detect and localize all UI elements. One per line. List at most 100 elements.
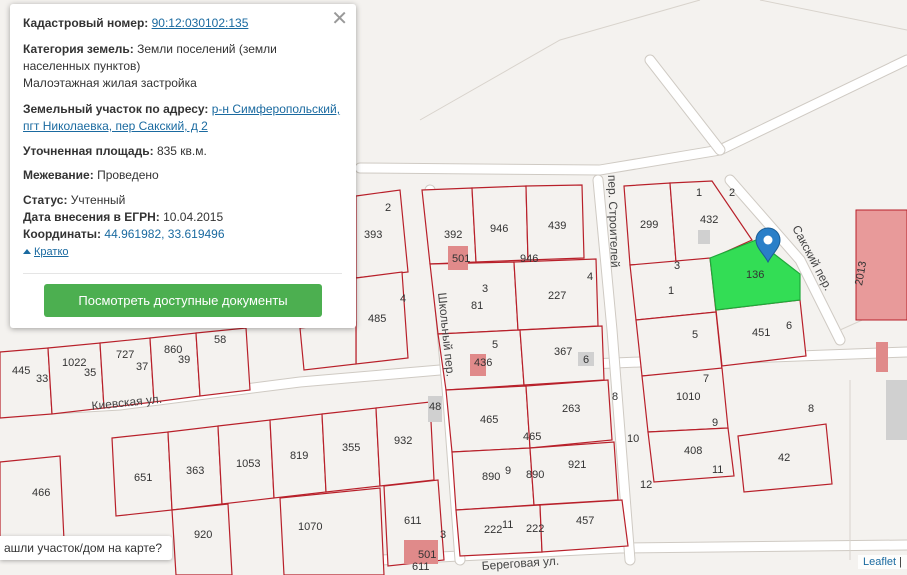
- parcel-label: 5: [492, 339, 498, 351]
- parcel-label: 3: [440, 529, 446, 541]
- parcel-label: 651: [134, 472, 152, 484]
- collapse-toggle[interactable]: Кратко: [23, 244, 69, 261]
- parcel-label: 11: [502, 519, 513, 531]
- caret-up-icon: [23, 249, 31, 254]
- parcel-label: 611: [412, 561, 430, 573]
- parcel-label: 12: [640, 479, 652, 491]
- parcel-label: 485: [368, 313, 386, 325]
- address-row: Земельный участок по адресу: р-н Симферо…: [23, 101, 342, 135]
- parcel-label: 355: [342, 442, 360, 454]
- parcel-label: 299: [640, 219, 658, 231]
- cadastral-link[interactable]: 90:12:030102:135: [152, 16, 249, 30]
- parcel-label: 1070: [298, 521, 322, 533]
- parcel-label: 439: [548, 220, 566, 232]
- found-on-map-prompt[interactable]: ашли участок/дом на карте?: [0, 536, 173, 560]
- parcel-label: 6: [786, 320, 792, 332]
- parcel-label: 727: [116, 349, 134, 361]
- cadastral-row: Кадастровый номер: 90:12:030102:135: [23, 15, 342, 32]
- parcel-label: 8: [612, 391, 618, 403]
- parcel-label: 1: [696, 187, 702, 199]
- parcel-label: 9: [505, 465, 511, 477]
- leaflet-link[interactable]: Leaflet: [863, 556, 896, 568]
- parcel-label: 222: [526, 523, 544, 535]
- parcel-label: 7: [703, 373, 709, 385]
- parcel-label: 81: [471, 300, 483, 312]
- popup-divider: [23, 273, 342, 274]
- status-row: Статус: Учтенный: [23, 192, 342, 209]
- parcel-label: 58: [214, 334, 226, 346]
- category-value-3: Малоэтажная жилая застройка: [23, 76, 197, 90]
- egrn-label: Дата внесения в ЕГРН:: [23, 210, 160, 224]
- parcel-label: 39: [178, 354, 190, 366]
- parcel-label: 432: [700, 214, 718, 226]
- parcel-label: 4: [587, 271, 593, 283]
- parcel-label: 9: [712, 417, 718, 429]
- parcel-label: 920: [194, 529, 212, 541]
- map-attribution: Leaflet |: [858, 555, 907, 569]
- parcel-label: 33: [36, 373, 48, 385]
- parcel-label: 35: [84, 367, 96, 379]
- parcel-label: 1053: [236, 458, 260, 470]
- survey-value: Проведено: [97, 168, 159, 182]
- parcel-label: 466: [32, 487, 50, 499]
- address-link-2[interactable]: пгт Николаевка, пер Сакский, д 2: [23, 119, 208, 133]
- coords-label: Координаты:: [23, 227, 102, 241]
- parcel-label: 11: [712, 464, 723, 476]
- parcel-label: 946: [490, 223, 508, 235]
- coords-value: 44.961982, 33.619496: [104, 227, 225, 241]
- parcel-label: 890: [526, 469, 544, 481]
- category-value-1: Земли поселений (земли: [137, 42, 277, 56]
- area-label: Уточненная площадь:: [23, 144, 154, 158]
- parcel-label: 37: [136, 361, 148, 373]
- parcel-label: 8: [808, 403, 814, 415]
- parcel-label: 3: [482, 283, 488, 295]
- collapse-label: Кратко: [34, 246, 69, 258]
- address-link-1[interactable]: р-н Симферопольский,: [212, 102, 340, 116]
- survey-label: Межевание:: [23, 168, 94, 182]
- parcel-label: 136: [746, 269, 764, 281]
- parcel-label: 1022: [62, 357, 86, 369]
- parcel-label: 451: [752, 327, 770, 339]
- parcel-label: 4: [400, 293, 406, 305]
- survey-row: Межевание: Проведено: [23, 167, 342, 184]
- parcel-label: 611: [404, 515, 422, 527]
- parcel-label: 222: [484, 524, 502, 536]
- parcel-label: 48: [429, 401, 441, 413]
- parcel-label: 10: [627, 433, 639, 445]
- category-label: Категория земель:: [23, 42, 134, 56]
- parcel[interactable]: [279, 487, 385, 575]
- parcel-label: 1: [668, 285, 674, 297]
- area-row: Уточненная площадь: 835 кв.м.: [23, 143, 342, 160]
- parcel-label: 921: [568, 459, 586, 471]
- category-row: Категория земель: Земли поселений (земли…: [23, 41, 342, 92]
- parcel-label: 436: [474, 357, 492, 369]
- parcel-label: 946: [520, 253, 538, 265]
- parcel-label: 2: [385, 202, 391, 214]
- parcel-label: 363: [186, 465, 204, 477]
- attribution-separator: |: [899, 556, 902, 568]
- parcel-label: 393: [364, 229, 382, 241]
- view-documents-button[interactable]: Посмотреть доступные документы: [44, 284, 322, 317]
- parcel-label: 5: [692, 329, 698, 341]
- parcel[interactable]: [299, 321, 357, 371]
- parcel-label: 465: [480, 414, 498, 426]
- parcel-label: 932: [394, 435, 412, 447]
- parcel-label: 3: [674, 260, 680, 272]
- parcel-label: 367: [554, 346, 572, 358]
- parcel-label: 42: [778, 452, 790, 464]
- parcel-label: 263: [562, 403, 580, 415]
- parcel-label: 501: [452, 253, 470, 265]
- parcel-label: 501: [418, 549, 436, 561]
- cadastral-label: Кадастровый номер:: [23, 16, 149, 30]
- parcel-label: 819: [290, 450, 308, 462]
- parcel[interactable]: [635, 311, 723, 377]
- parcel-label: 1010: [676, 391, 700, 403]
- egrn-value: 10.04.2015: [163, 210, 224, 224]
- parcel-label: 2: [729, 187, 735, 199]
- parcel[interactable]: [0, 455, 65, 549]
- coords-row: Координаты: 44.961982, 33.619496: [23, 226, 342, 243]
- egrn-row: Дата внесения в ЕГРН: 10.04.2015: [23, 209, 342, 226]
- parcel-label: 227: [548, 290, 566, 302]
- parcel-label: 890: [482, 471, 500, 483]
- area-value: 835 кв.м.: [156, 144, 207, 158]
